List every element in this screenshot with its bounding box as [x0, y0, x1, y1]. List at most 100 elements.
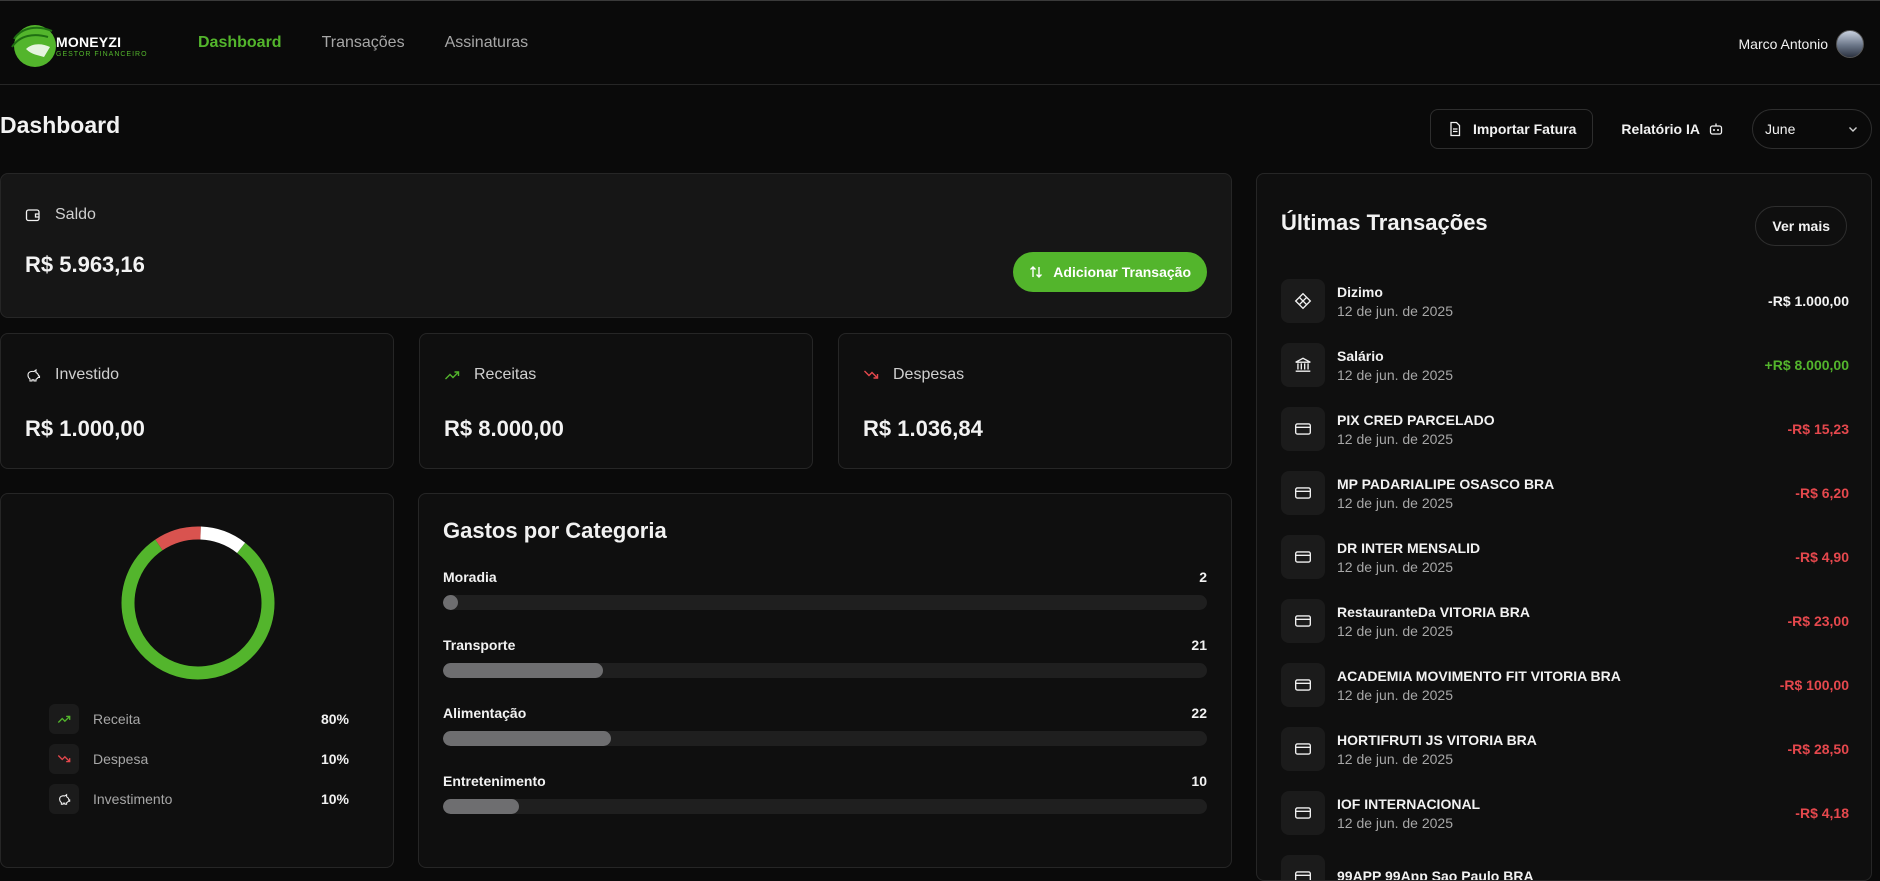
- legend-item-investimento: Investimento 10%: [49, 784, 349, 814]
- legend-value: 80%: [320, 711, 349, 727]
- invested-card: Investido R$ 1.000,00: [0, 333, 394, 469]
- transaction-row[interactable]: PIX CRED PARCELADO 12 de jun. de 2025 -R$ …: [1281, 397, 1849, 461]
- logo-leaf-icon: [11, 26, 53, 57]
- brand-logo[interactable]: MONEYZI GESTOR FINANCEIRO: [8, 21, 158, 69]
- transaction-amount: -R$ 15,23: [1787, 421, 1849, 437]
- legend-receita-icon-box: [49, 704, 79, 734]
- add-transaction-button[interactable]: Adicionar Transação: [1013, 252, 1207, 292]
- transaction-icon-box: [1281, 279, 1325, 323]
- transaction-date: 12 de jun. de 2025: [1337, 750, 1453, 767]
- income-amount: R$ 8.000,00: [444, 416, 564, 441]
- see-more-button[interactable]: Ver mais: [1755, 206, 1847, 246]
- category-value: 10: [1191, 773, 1207, 789]
- category-progress-fill: [443, 595, 459, 610]
- arrows-up-down-icon: [1030, 266, 1043, 278]
- transaction-date: 12 de jun. de 2025: [1337, 558, 1453, 575]
- transaction-icon-box: [1281, 343, 1325, 387]
- categories-title: Gastos por Categoria: [443, 518, 667, 543]
- brand-name: MONEYZI: [56, 34, 122, 50]
- transaction-date: 12 de jun. de 2025: [1337, 686, 1453, 703]
- transaction-name: 99APP 99App Sao Paulo BRA: [1337, 867, 1534, 881]
- transaction-amount: -R$ 28,50: [1787, 741, 1849, 757]
- category-item: Moradia 2: [443, 569, 1207, 637]
- transaction-date: 12 de jun. de 2025: [1337, 366, 1453, 383]
- spending-by-category-card: Gastos por Categoria Moradia 2 Transport…: [418, 493, 1232, 868]
- distribution-legend: Receita 80% Despesa 10% Investimento 10%: [49, 704, 349, 824]
- month-select[interactable]: June: [1752, 109, 1872, 149]
- balance-label: Saldo: [55, 206, 96, 223]
- legend-label: Receita: [93, 711, 141, 727]
- nav-dashboard[interactable]: Dashboard: [198, 34, 282, 52]
- transaction-info: 99APP 99App Sao Paulo BRA: [1337, 868, 1849, 881]
- transaction-icon-box: [1281, 727, 1325, 771]
- transaction-date: 12 de jun. de 2025: [1337, 302, 1453, 319]
- category-progress-fill: [443, 663, 604, 678]
- category-name: Moradia: [443, 569, 497, 585]
- transaction-row[interactable]: IOF INTERNACIONAL 12 de jun. de 2025 -R$ 4…: [1281, 781, 1849, 845]
- balance-card: Saldo R$ 5.963,16 Adicionar Transação: [0, 173, 1232, 318]
- invested-label: Investido: [55, 366, 120, 383]
- transaction-row[interactable]: DR INTER MENSALID 12 de jun. de 2025 -R$ 4…: [1281, 525, 1849, 589]
- transaction-name: RestauranteDa VITORIA BRA: [1337, 603, 1530, 620]
- credit-card-icon: [1295, 487, 1311, 499]
- file-text-icon: [1450, 121, 1461, 137]
- credit-card-icon: [1295, 551, 1311, 563]
- credit-card-icon: [1295, 743, 1311, 755]
- credit-card-icon: [1295, 615, 1311, 627]
- category-progress-fill: [443, 799, 520, 814]
- transaction-row[interactable]: Dizimo 12 de jun. de 2025 -R$ 1.000,00: [1281, 269, 1849, 333]
- legend-investimento-icon-box: [49, 784, 79, 814]
- ai-report-button[interactable]: Relatório IA: [1605, 109, 1740, 149]
- transaction-row[interactable]: HORTIFRUTI JS VITORIA BRA 12 de jun. de 2…: [1281, 717, 1849, 781]
- chevron-down-icon: [1849, 127, 1857, 132]
- credit-card-icon: [1295, 679, 1311, 691]
- balance-header: Saldo: [25, 206, 96, 224]
- avatar[interactable]: [1836, 30, 1864, 58]
- nav-transacoes[interactable]: Transações: [322, 34, 405, 52]
- transaction-info: DR INTER MENSALID 12 de jun. de 2025: [1337, 540, 1795, 575]
- transaction-date: 12 de jun. de 2025: [1337, 622, 1453, 639]
- category-value: 22: [1191, 705, 1207, 721]
- expenses-label: Despesas: [893, 366, 965, 383]
- add-transaction-label: Adicionar Transação: [1053, 264, 1191, 280]
- transaction-info: ACADEMIA MOVIMENTO FIT VITORIA BRA 12 de …: [1337, 668, 1780, 703]
- category-progress-track: [443, 799, 1207, 814]
- main-nav: Dashboard Transações Assinaturas: [198, 34, 528, 52]
- transaction-row[interactable]: RestauranteDa VITORIA BRA 12 de jun. de 2…: [1281, 589, 1849, 653]
- transaction-row[interactable]: MP PADARIALIPE OSASCO BRA 12 de jun. de 2…: [1281, 461, 1849, 525]
- trending-up-icon: [57, 715, 71, 723]
- import-invoice-button[interactable]: Importar Fatura: [1429, 109, 1594, 149]
- transaction-date: 12 de jun. de 2025: [1337, 494, 1453, 511]
- transaction-icon-box: [1281, 791, 1325, 835]
- category-item: Entretenimento 10: [443, 773, 1207, 841]
- invested-amount: R$ 1.000,00: [25, 416, 145, 441]
- credit-card-icon: [1295, 423, 1311, 435]
- transaction-info: PIX CRED PARCELADO 12 de jun. de 2025: [1337, 412, 1788, 447]
- category-list: Moradia 2 Transporte 21 Alimentação 22 E…: [443, 569, 1207, 841]
- category-name: Entretenimento: [443, 773, 546, 789]
- transactions-title: Últimas Transações: [1281, 210, 1488, 235]
- transaction-row[interactable]: 99APP 99App Sao Paulo BRA: [1281, 845, 1849, 881]
- transaction-name: Dizimo: [1337, 283, 1383, 300]
- bank-icon: [1295, 357, 1311, 372]
- page-title: Dashboard: [0, 112, 121, 138]
- user-menu[interactable]: Marco Antonio: [1739, 30, 1864, 58]
- credit-card-icon: [1295, 871, 1311, 880]
- transaction-info: HORTIFRUTI JS VITORIA BRA 12 de jun. de 2…: [1337, 732, 1788, 767]
- category-progress-track: [443, 595, 1207, 610]
- category-name: Alimentação: [443, 705, 527, 721]
- import-invoice-label: Importar Fatura: [1472, 121, 1577, 137]
- transaction-amount: +R$ 8.000,00: [1764, 357, 1849, 373]
- transaction-amount: -R$ 4,90: [1795, 549, 1849, 565]
- distribution-card: Receita 80% Despesa 10% Investimento 10%: [0, 493, 394, 868]
- piggy-bank-icon: [27, 368, 41, 382]
- expenses-amount: R$ 1.036,84: [863, 416, 983, 441]
- transaction-row[interactable]: ACADEMIA MOVIMENTO FIT VITORIA BRA 12 de …: [1281, 653, 1849, 717]
- transaction-row[interactable]: Salário 12 de jun. de 2025 +R$ 8.000,00: [1281, 333, 1849, 397]
- income-card: Receitas R$ 8.000,00: [419, 333, 813, 469]
- transaction-amount: -R$ 100,00: [1779, 677, 1849, 693]
- nav-assinaturas[interactable]: Assinaturas: [445, 34, 529, 52]
- invested-header: Investido: [25, 366, 119, 384]
- transaction-name: ACADEMIA MOVIMENTO FIT VITORIA BRA: [1337, 667, 1621, 684]
- category-progress-track: [443, 663, 1207, 678]
